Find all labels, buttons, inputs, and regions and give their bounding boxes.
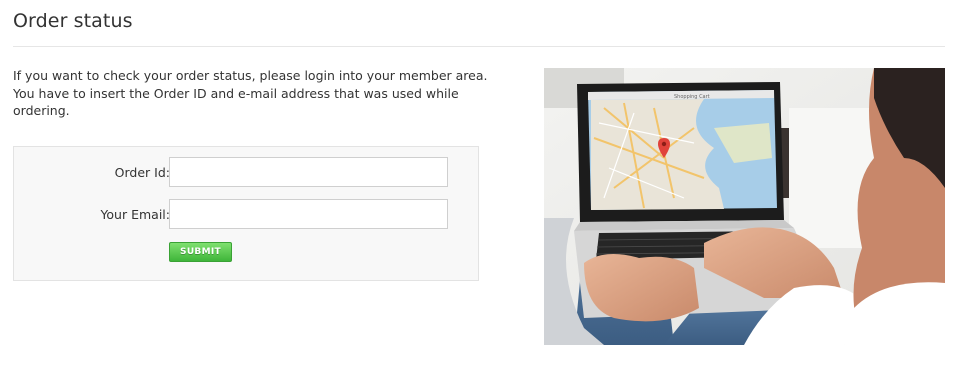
order-status-form: Order Id: Your Email: SUBMIT — [13, 146, 479, 281]
intro-line: ordering. — [13, 103, 70, 118]
intro-text: If you want to check your order status, … — [13, 67, 503, 120]
intro-line: If you want to check your order status, … — [13, 68, 488, 83]
order-id-input[interactable] — [169, 157, 448, 187]
email-row: Your Email: — [14, 199, 478, 231]
email-input[interactable] — [169, 199, 448, 229]
order-id-label: Order Id: — [114, 165, 170, 180]
page-title: Order status — [13, 10, 133, 32]
laptop-photo: Shopping Cart — [544, 68, 945, 345]
submit-button[interactable]: SUBMIT — [169, 242, 232, 262]
email-label: Your Email: — [100, 207, 170, 222]
title-divider — [13, 46, 945, 47]
order-id-row: Order Id: — [14, 157, 478, 189]
screen-header-text: Shopping Cart — [674, 94, 710, 100]
intro-line: You have to insert the Order ID and e-ma… — [13, 85, 459, 101]
